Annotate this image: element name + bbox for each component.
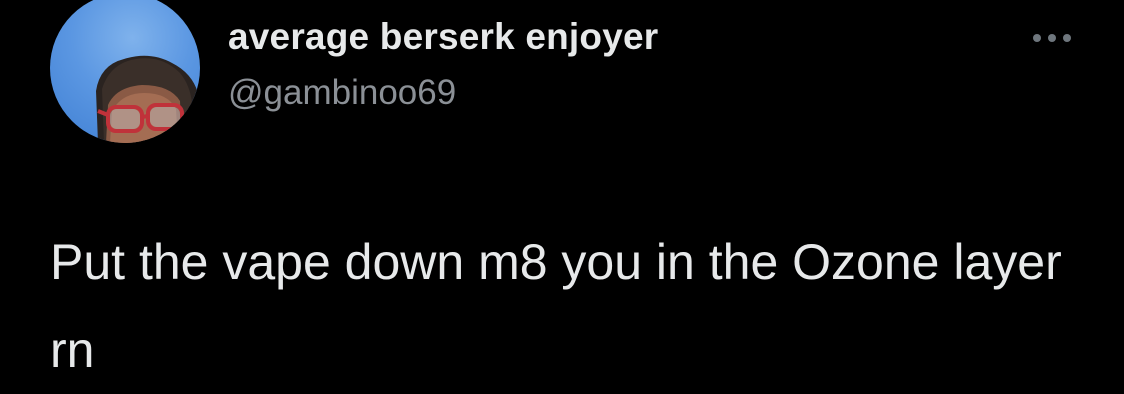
tweet-text: Put the vape down m8 you in the Ozone la… — [50, 234, 1062, 378]
tweet: average berserk enjoyer @gambinoo69 Put … — [0, 0, 1124, 378]
user-handle[interactable]: @gambinoo69 — [228, 73, 456, 113]
avatar-photo-icon — [96, 55, 200, 143]
avatar[interactable] — [50, 0, 200, 143]
display-name[interactable]: average berserk enjoyer — [228, 16, 658, 58]
ellipsis-icon[interactable] — [1028, 26, 1076, 50]
